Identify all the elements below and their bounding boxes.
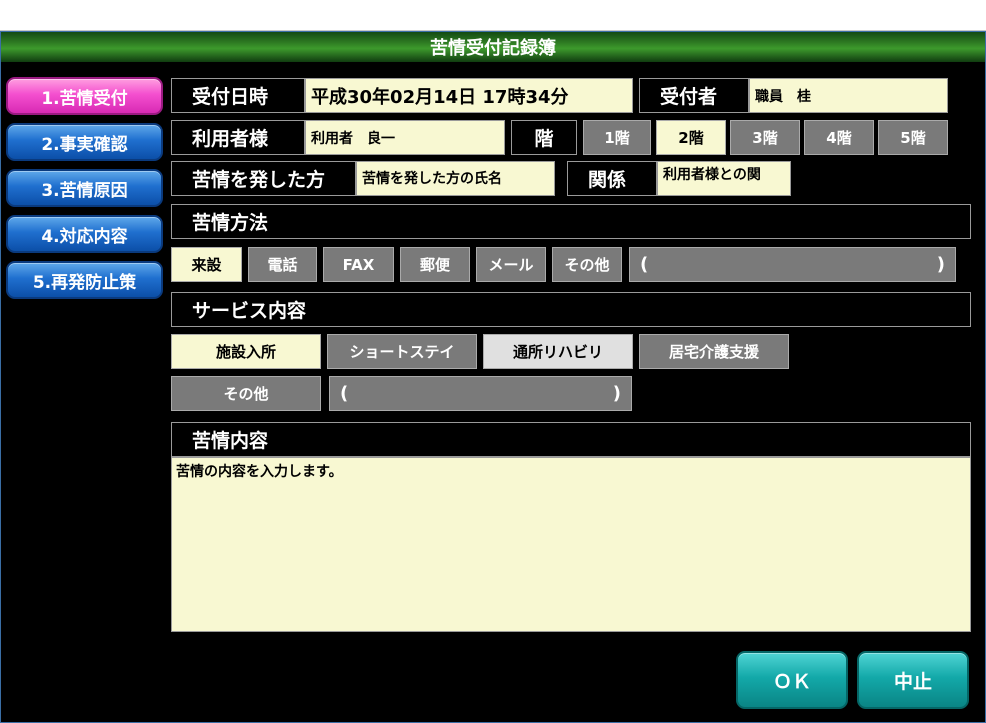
- user-field[interactable]: 利用者 良一: [305, 120, 505, 155]
- method-phone-button[interactable]: 電話: [248, 247, 317, 282]
- floor-4-button[interactable]: 4階: [804, 120, 874, 155]
- nav-response[interactable]: 4.対応内容: [6, 215, 163, 253]
- relation-field[interactable]: 利用者様との関: [657, 161, 791, 196]
- window-title: 苦情受付記録簿: [1, 32, 985, 62]
- nav-complaint-cause[interactable]: 3.苦情原因: [6, 169, 163, 207]
- method-fax-button[interactable]: FAX: [323, 247, 394, 282]
- open-paren: (: [640, 254, 649, 275]
- method-email-button[interactable]: メール: [476, 247, 546, 282]
- service-other-field[interactable]: ( ): [329, 376, 632, 411]
- service-shortstay-button[interactable]: ショートステイ: [327, 334, 477, 369]
- receiver-label: 受付者: [639, 78, 749, 113]
- method-mail-button[interactable]: 郵便: [400, 247, 470, 282]
- service-facility-button[interactable]: 施設入所: [171, 334, 321, 369]
- complaint-content-textarea[interactable]: 苦情の内容を入力します。: [171, 457, 971, 632]
- nav-complaint-reception[interactable]: 1.苦情受付: [6, 77, 163, 115]
- floor-3-button[interactable]: 3階: [730, 120, 800, 155]
- method-section-header: 苦情方法: [171, 204, 971, 239]
- complainant-field[interactable]: 苦情を発した方の氏名: [356, 161, 555, 196]
- service-home-care-support-button[interactable]: 居宅介護支援: [639, 334, 789, 369]
- method-visit-button[interactable]: 来設: [171, 247, 242, 282]
- service-daycare-rehab-button[interactable]: 通所リハビリ: [483, 334, 633, 369]
- service-other-button[interactable]: その他: [171, 376, 321, 411]
- method-other-field[interactable]: ( ): [629, 247, 956, 282]
- close-paren: ): [936, 254, 945, 275]
- open-paren: (: [340, 383, 349, 404]
- nav-prevention[interactable]: 5.再発防止策: [6, 261, 163, 299]
- complainant-label: 苦情を発した方: [171, 161, 356, 196]
- content-section-header: 苦情内容: [171, 422, 971, 457]
- receiver-field[interactable]: 職員 桂: [749, 78, 948, 113]
- relation-label: 関係: [567, 161, 657, 196]
- floor-label: 階: [511, 120, 577, 155]
- window-chrome: [0, 0, 986, 31]
- method-other-button[interactable]: その他: [552, 247, 622, 282]
- reception-date-field[interactable]: 平成30年02月14日 17時34分: [305, 78, 633, 113]
- close-paren: ): [612, 383, 621, 404]
- nav-fact-check[interactable]: 2.事実確認: [6, 123, 163, 161]
- floor-1-button[interactable]: 1階: [583, 120, 651, 155]
- floor-5-button[interactable]: 5階: [878, 120, 948, 155]
- user-label: 利用者様: [171, 120, 305, 155]
- reception-date-label: 受付日時: [171, 78, 305, 113]
- floor-2-button[interactable]: 2階: [656, 120, 726, 155]
- service-section-header: サービス内容: [171, 292, 971, 327]
- cancel-button[interactable]: 中止: [857, 651, 969, 709]
- ok-button[interactable]: ＯＫ: [736, 651, 848, 709]
